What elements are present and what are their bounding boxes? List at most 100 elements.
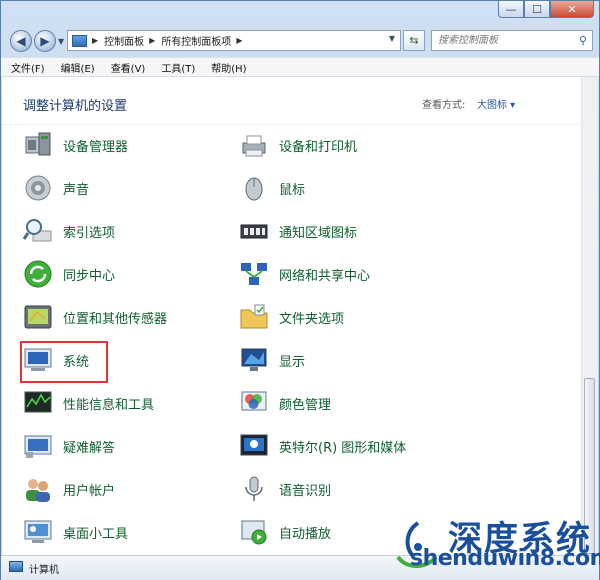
- watermark-domain: shenduwin8.com: [410, 546, 600, 571]
- menu-help[interactable]: 帮助(H): [205, 60, 252, 75]
- item-label: 网络和共享中心: [279, 268, 371, 284]
- item-network-sharing[interactable]: 网络和共享中心: [239, 259, 370, 289]
- item-label: 颜色管理: [279, 397, 332, 413]
- users-icon: [23, 475, 53, 503]
- autoplay-icon: [239, 518, 269, 546]
- item-label: 用户帐户: [63, 483, 116, 499]
- network-icon: [239, 260, 269, 288]
- item-label: 英特尔(R) 图形和媒体: [279, 440, 407, 456]
- menu-bar: 文件(F) 编辑(E) 查看(V) 工具(T) 帮助(H): [1, 57, 599, 77]
- mouse-icon: [239, 174, 269, 202]
- control-panel-icon: [72, 34, 87, 47]
- printer-icon: [239, 131, 269, 159]
- item-label: 自动播放: [279, 526, 332, 542]
- control-panel-items: 设备管理器 声音 索引选项 同步中心 位置和其他传感器 系统 性能信息和工具 疑…: [2, 125, 582, 555]
- item-user-accounts[interactable]: 用户帐户: [23, 474, 115, 504]
- item-label: 桌面小工具: [63, 526, 129, 542]
- item-display[interactable]: 显示: [239, 345, 305, 375]
- speaker-icon: [23, 174, 53, 202]
- control-panel-window: — ☐ ✕ ◀ ▶ ▼ ▶ 控制面板 ▶ 所有控制面板项 ▶ ▼ ⇆ ⚲ 文件(…: [0, 0, 600, 580]
- maximize-button[interactable]: ☐: [524, 1, 550, 18]
- item-label: 设备和打印机: [279, 139, 358, 155]
- item-desktop-gadgets[interactable]: 桌面小工具: [23, 517, 128, 547]
- menu-tools[interactable]: 工具(T): [155, 60, 201, 75]
- item-label: 文件夹选项: [279, 311, 345, 327]
- gadgets-icon: [23, 518, 53, 546]
- forward-arrow-icon: ▶: [40, 34, 50, 48]
- item-location-sensors[interactable]: 位置和其他传感器: [23, 302, 167, 332]
- display-icon: [239, 346, 269, 374]
- system-item-highlight: [20, 341, 108, 383]
- item-label: 声音: [63, 182, 90, 198]
- vertical-scrollbar[interactable]: [581, 77, 598, 555]
- item-devices-printers[interactable]: 设备和打印机: [239, 130, 357, 160]
- address-dropdown-icon[interactable]: ▼: [389, 34, 395, 43]
- minimize-button[interactable]: —: [498, 1, 524, 18]
- item-notification-icons[interactable]: 通知区域图标: [239, 216, 357, 246]
- content-header: 调整计算机的设置 查看方式: 大图标 ▾: [2, 77, 582, 125]
- item-label: 设备管理器: [63, 139, 129, 155]
- item-folder-options[interactable]: 文件夹选项: [239, 302, 344, 332]
- folder-icon: [239, 303, 269, 331]
- intel-graphics-icon: [239, 432, 269, 460]
- watermark: 深度系统 shenduwin8.com: [386, 509, 600, 579]
- item-sync-center[interactable]: 同步中心: [23, 259, 115, 289]
- close-button[interactable]: ✕: [550, 1, 594, 18]
- search-icon[interactable]: ⚲: [579, 34, 587, 47]
- breadcrumb-separator-icon[interactable]: ▶: [236, 36, 242, 45]
- item-indexing-options[interactable]: 索引选项: [22, 216, 116, 246]
- item-label: 同步中心: [63, 268, 116, 284]
- breadcrumb-all-items[interactable]: 所有控制面板项: [161, 33, 231, 48]
- refresh-icon: ⇆: [409, 34, 419, 47]
- device-manager-icon: [23, 131, 53, 159]
- recent-pages-dropdown[interactable]: ▼: [58, 37, 64, 46]
- item-label: 通知区域图标: [279, 225, 358, 241]
- item-label: 索引选项: [63, 225, 116, 241]
- view-by-label: 查看方式:: [422, 100, 466, 111]
- menu-view[interactable]: 查看(V): [105, 60, 152, 75]
- color-management-icon: [239, 389, 269, 417]
- status-text: 计算机: [29, 565, 59, 576]
- title-bar: — ☐ ✕: [1, 1, 599, 25]
- notification-area-icon: [239, 217, 269, 245]
- refresh-button[interactable]: ⇆: [403, 30, 425, 51]
- item-label: 位置和其他传感器: [63, 311, 168, 327]
- sensor-icon: [23, 303, 53, 331]
- item-color-management[interactable]: 颜色管理: [239, 388, 331, 418]
- view-by-dropdown[interactable]: 大图标 ▾: [477, 96, 515, 111]
- back-button[interactable]: ◀: [10, 30, 32, 52]
- item-label: 性能信息和工具: [63, 397, 155, 413]
- item-device-manager[interactable]: 设备管理器: [23, 130, 128, 160]
- breadcrumb-control-panel[interactable]: 控制面板: [104, 33, 144, 48]
- address-bar[interactable]: ▶ 控制面板 ▶ 所有控制面板项 ▶ ▼: [67, 30, 401, 51]
- back-arrow-icon: ◀: [16, 34, 26, 48]
- page-title: 调整计算机的设置: [23, 99, 128, 114]
- troubleshoot-icon: [23, 432, 53, 460]
- item-label: 语音识别: [279, 483, 332, 499]
- item-intel-graphics[interactable]: 英特尔(R) 图形和媒体: [239, 431, 406, 461]
- performance-icon: [23, 389, 53, 417]
- item-speech-recognition[interactable]: 语音识别: [239, 474, 331, 504]
- item-label: 鼠标: [279, 182, 306, 198]
- item-sound[interactable]: 声音: [23, 173, 89, 203]
- item-performance[interactable]: 性能信息和工具: [23, 388, 154, 418]
- computer-icon: [9, 561, 23, 572]
- forward-button[interactable]: ▶: [34, 30, 56, 52]
- breadcrumb-separator-icon[interactable]: ▶: [92, 36, 98, 45]
- breadcrumb-separator-icon[interactable]: ▶: [149, 36, 155, 45]
- item-autoplay[interactable]: 自动播放: [239, 517, 331, 547]
- item-label: 显示: [279, 354, 306, 370]
- item-mouse[interactable]: 鼠标: [239, 173, 305, 203]
- item-label: 疑难解答: [63, 440, 116, 456]
- microphone-icon: [239, 475, 269, 503]
- item-troubleshooting[interactable]: 疑难解答: [23, 431, 115, 461]
- caption-buttons: — ☐ ✕: [498, 1, 594, 18]
- sync-icon: [23, 260, 53, 288]
- menu-edit[interactable]: 编辑(E): [55, 60, 101, 75]
- magnifier-icon: [22, 217, 53, 245]
- search-input[interactable]: [438, 32, 568, 49]
- menu-file[interactable]: 文件(F): [5, 60, 51, 75]
- content-pane: 调整计算机的设置 查看方式: 大图标 ▾ 设备管理器 声音 索引选项 同步中心 …: [2, 77, 598, 555]
- address-row: ◀ ▶ ▼ ▶ 控制面板 ▶ 所有控制面板项 ▶ ▼ ⇆ ⚲: [1, 25, 599, 57]
- search-box: ⚲: [431, 30, 593, 51]
